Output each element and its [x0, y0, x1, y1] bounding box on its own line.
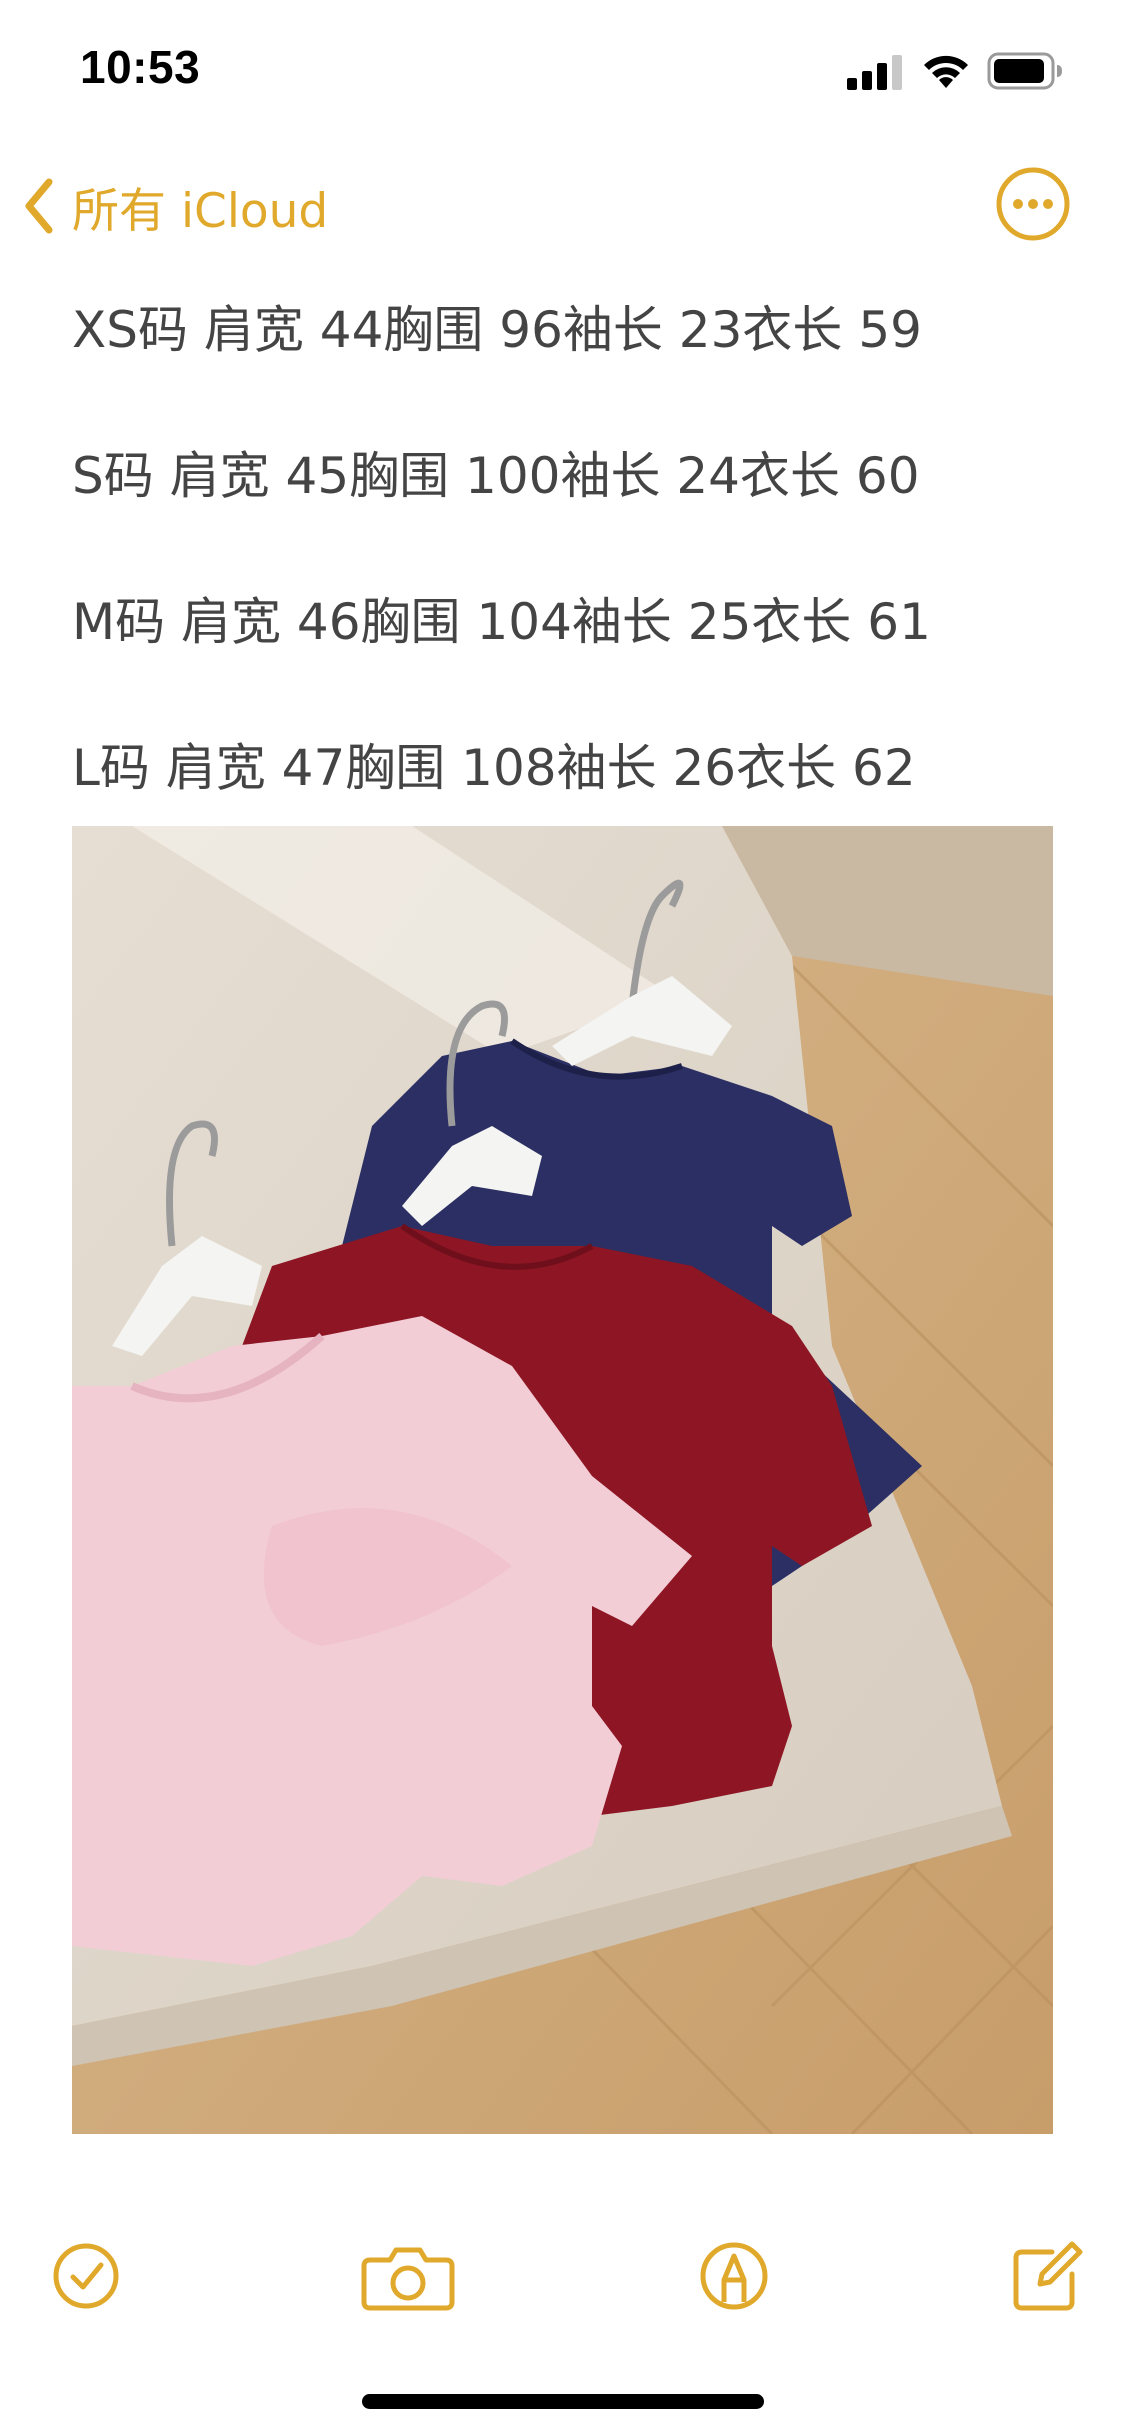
status-bar: 10:53: [0, 0, 1125, 140]
battery-icon: [987, 52, 1062, 90]
compose-button[interactable]: [1000, 2232, 1088, 2320]
checklist-icon: [53, 2243, 119, 2309]
camera-button[interactable]: [358, 2232, 458, 2320]
home-indicator[interactable]: [362, 2394, 764, 2409]
note-line-l[interactable]: L码 肩宽 47胸围 108袖长 26衣长 62: [72, 728, 916, 800]
note-photo[interactable]: [72, 826, 1053, 2134]
wifi-icon: [924, 55, 968, 88]
ellipsis-circle-icon: [996, 167, 1070, 241]
cellular-signal-icon: [847, 55, 902, 90]
checklist-button[interactable]: [42, 2232, 130, 2320]
markup-button[interactable]: [690, 2232, 778, 2320]
note-line-m[interactable]: M码 肩宽 46胸围 104袖长 25衣长 61: [72, 582, 931, 654]
more-button[interactable]: [994, 165, 1072, 243]
back-button[interactable]: 所有 iCloud: [24, 168, 328, 244]
status-time: 10:53: [80, 41, 201, 93]
status-icons: [847, 50, 1087, 90]
camera-icon: [361, 2247, 455, 2311]
nav-bar: 所有 iCloud: [0, 150, 1125, 260]
photo-tshirts-image: [72, 826, 1053, 2134]
bottom-toolbar: [0, 2220, 1125, 2330]
compose-icon: [1013, 2241, 1083, 2311]
markup-pen-icon: [700, 2242, 768, 2310]
chevron-left-icon: [25, 178, 53, 234]
note-line-s[interactable]: S码 肩宽 45胸围 100袖长 24衣长 60: [72, 436, 920, 508]
back-label: 所有 iCloud: [72, 183, 329, 239]
note-line-xs[interactable]: XS码 肩宽 44胸围 96袖长 23衣长 59: [72, 290, 922, 362]
